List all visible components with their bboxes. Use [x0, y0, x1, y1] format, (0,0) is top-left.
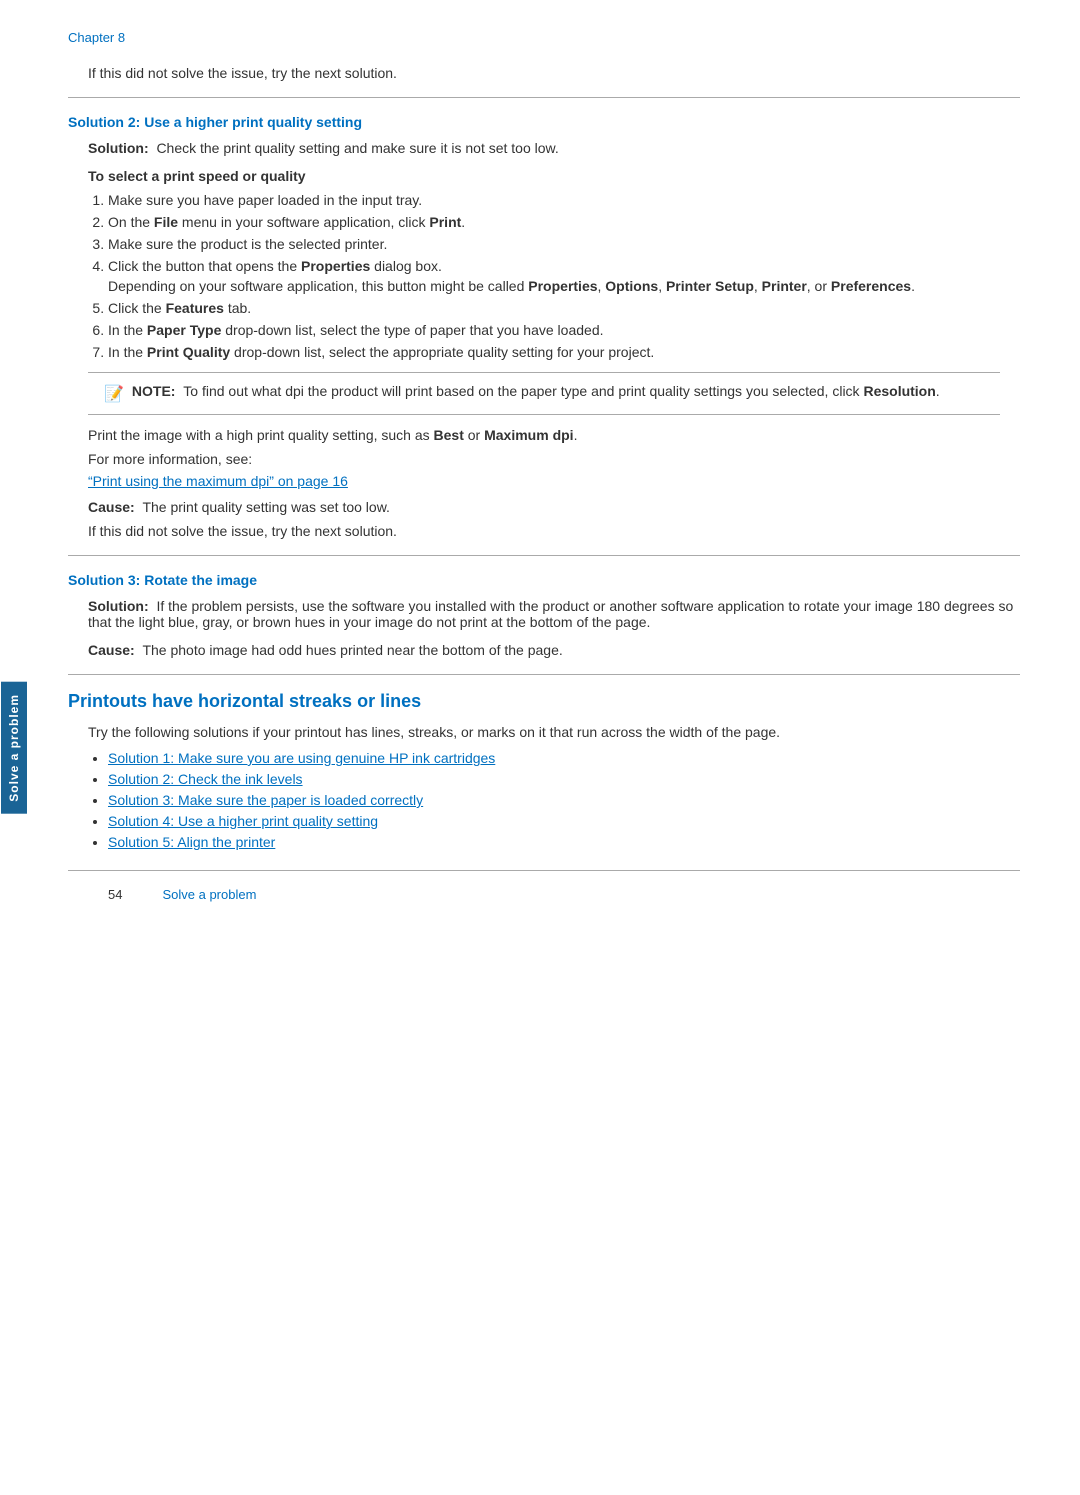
side-tab-label: Solve a problem: [1, 682, 27, 814]
solution2-section: Solution 2: Use a higher print quality s…: [68, 114, 1020, 539]
step-1-text: Make sure you have paper loaded in the i…: [108, 192, 422, 208]
step-1: Make sure you have paper loaded in the i…: [108, 192, 1020, 208]
intro-text: If this did not solve the issue, try the…: [88, 65, 1020, 81]
solution3-heading: Solution 3: Rotate the image: [68, 572, 1020, 588]
link-item-1[interactable]: Solution 1: Make sure you are using genu…: [108, 750, 1020, 766]
step-5: Click the Features tab.: [108, 300, 1020, 316]
chapter-header: Chapter 8: [68, 30, 1020, 45]
divider-1: [68, 97, 1020, 98]
solution2-solution-body: Check the print quality setting and make…: [156, 140, 558, 156]
solution2-solution-label: Solution:: [88, 140, 149, 156]
solution3-section: Solution 3: Rotate the image Solution: I…: [68, 572, 1020, 658]
note-box: 📝 NOTE: To find out what dpi the product…: [88, 372, 1000, 415]
solution2-steps-list: Make sure you have paper loaded in the i…: [108, 192, 1020, 360]
footer-page-number: 54: [108, 887, 122, 902]
link-2-text[interactable]: Solution 2: Check the ink levels: [108, 771, 303, 787]
solution3-cause-text: Cause: The photo image had odd hues prin…: [88, 642, 1020, 658]
max-dpi-link-text[interactable]: “Print using the maximum dpi” on page 16: [88, 473, 348, 489]
link-5-text[interactable]: Solution 5: Align the printer: [108, 834, 275, 850]
link-item-5[interactable]: Solution 5: Align the printer: [108, 834, 1020, 850]
section-heading: Printouts have horizontal streaks or lin…: [68, 691, 1020, 712]
note-label: NOTE:: [132, 383, 176, 399]
divider-2: [68, 555, 1020, 556]
divider-3: [68, 674, 1020, 675]
link-item-2[interactable]: Solution 2: Check the ink levels: [108, 771, 1020, 787]
step-2: On the File menu in your software applic…: [108, 214, 1020, 230]
step-3-text: Make sure the product is the selected pr…: [108, 236, 387, 252]
step-4: Click the button that opens the Properti…: [108, 258, 1020, 294]
footer-section-label: Solve a problem: [162, 887, 256, 902]
for-more-info-label: For more information, see:: [88, 451, 1020, 467]
solution3-solution-body: If the problem persists, use the softwar…: [88, 598, 1013, 630]
link-1-text[interactable]: Solution 1: Make sure you are using genu…: [108, 750, 495, 766]
solution2-cause-body: The print quality setting was set too lo…: [142, 499, 389, 515]
step-6: In the Paper Type drop-down list, select…: [108, 322, 1020, 338]
print-quality-text: Print the image with a high print qualit…: [88, 427, 1020, 443]
link-3-text[interactable]: Solution 3: Make sure the paper is loade…: [108, 792, 423, 808]
step-4-continuation: Depending on your software application, …: [108, 278, 1020, 294]
note-icon: 📝: [104, 384, 124, 404]
max-dpi-link[interactable]: “Print using the maximum dpi” on page 16: [88, 473, 1020, 489]
solution3-solution-text: Solution: If the problem persists, use t…: [88, 598, 1020, 630]
note-content: NOTE: To find out what dpi the product w…: [132, 383, 984, 404]
solution2-end-text: If this did not solve the issue, try the…: [88, 523, 1020, 539]
step-7: In the Print Quality drop-down list, sel…: [108, 344, 1020, 360]
section-intro-text: Try the following solutions if your prin…: [88, 724, 1020, 740]
solution2-cause-label: Cause:: [88, 499, 135, 515]
side-tab: Solve a problem: [0, 0, 28, 1495]
link-item-3[interactable]: Solution 3: Make sure the paper is loade…: [108, 792, 1020, 808]
solution2-heading: Solution 2: Use a higher print quality s…: [68, 114, 1020, 130]
link-item-4[interactable]: Solution 4: Use a higher print quality s…: [108, 813, 1020, 829]
link-4-text[interactable]: Solution 4: Use a higher print quality s…: [108, 813, 378, 829]
page-footer: 54 Solve a problem: [68, 870, 1020, 918]
solution3-cause-body: The photo image had odd hues printed nea…: [142, 642, 562, 658]
solution3-cause-label: Cause:: [88, 642, 135, 658]
step-3: Make sure the product is the selected pr…: [108, 236, 1020, 252]
solution2-cause-text: Cause: The print quality setting was set…: [88, 499, 1020, 515]
solution2-subheading: To select a print speed or quality: [88, 168, 1020, 184]
solution2-solution-text: Solution: Check the print quality settin…: [88, 140, 1020, 156]
section-links-list: Solution 1: Make sure you are using genu…: [108, 750, 1020, 850]
main-content: Chapter 8 If this did not solve the issu…: [28, 0, 1080, 1495]
horizontal-streaks-section: Printouts have horizontal streaks or lin…: [68, 691, 1020, 850]
solution3-solution-label: Solution:: [88, 598, 149, 614]
